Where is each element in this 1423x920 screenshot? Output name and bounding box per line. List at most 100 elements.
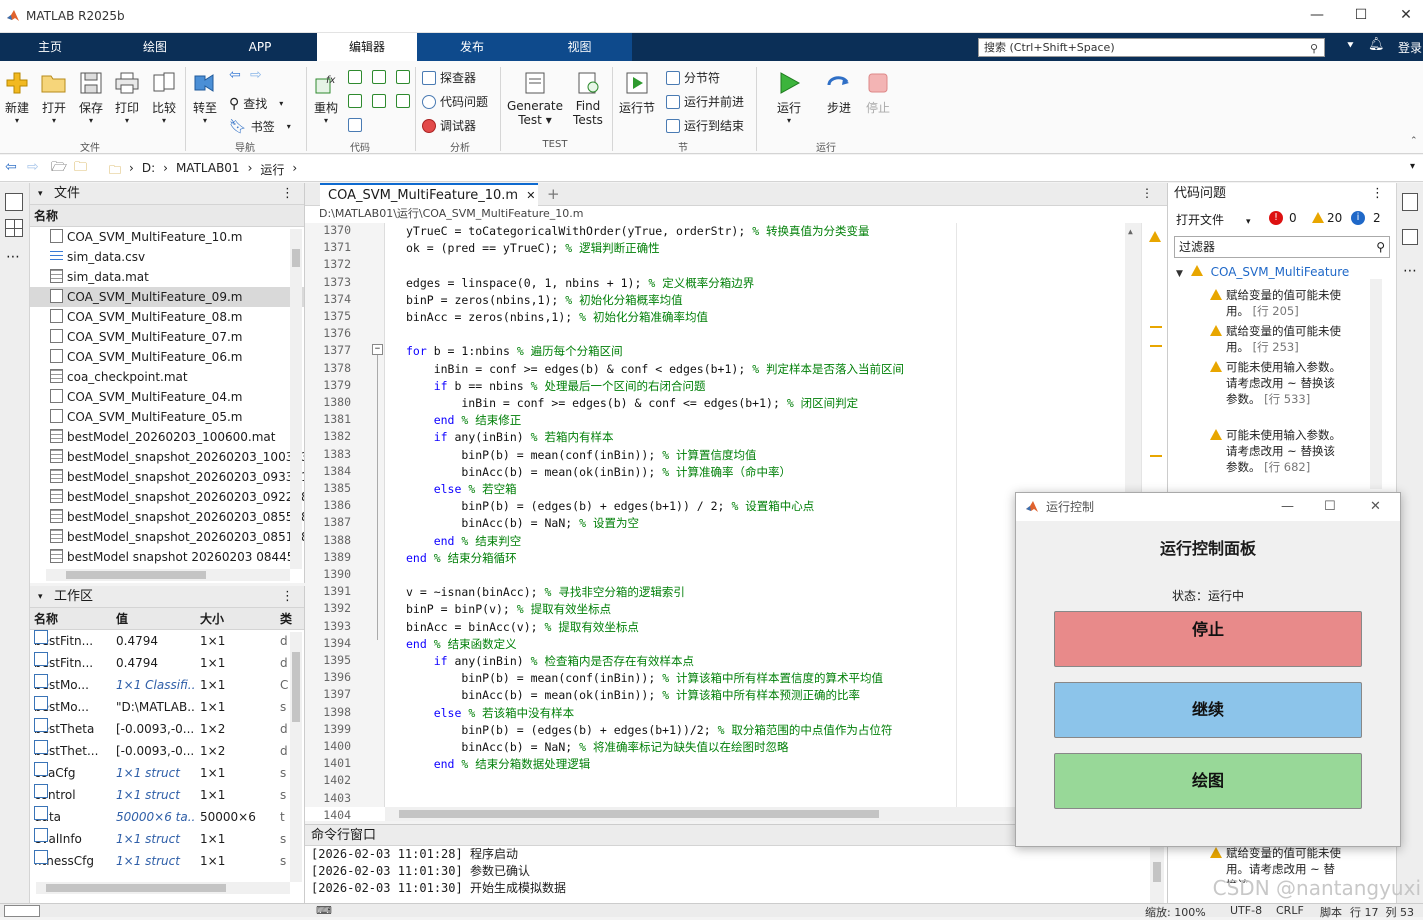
workspace-row[interactable]: fitnessCfg 1×1 struct 1×1 s [30,850,304,872]
files-vscroll[interactable] [290,229,302,569]
back-icon[interactable]: ⇦ [5,159,17,175]
warning-marker[interactable] [1150,455,1162,457]
dialog-maximize-icon[interactable]: ☐ [1324,493,1336,521]
status-encoding[interactable]: UTF-8 [1230,904,1262,917]
issues-vscroll[interactable] [1370,279,1382,489]
doc-panel-icon[interactable] [1402,193,1418,211]
command-vscroll[interactable] [1150,846,1164,903]
code-line[interactable]: end % 结束判空 [406,533,522,549]
status-icon[interactable] [4,905,40,917]
ribbon-collapse-icon[interactable]: ⌃ [1410,136,1418,146]
workspace-row[interactable]: bestFitn... 0.4794 1×1 d [30,630,304,652]
files-column-name[interactable]: 名称 [30,205,304,227]
file-list-item[interactable]: COA_SVM_MultiFeature_06.m [30,347,304,367]
workspace-row[interactable]: data50000×6 ta... 50000×6 t [30,806,304,828]
forward-arrow-icon[interactable]: ⇨ [250,67,262,83]
file-list-item[interactable]: COA_SVM_MultiFeature_05.m [30,407,304,427]
code-line[interactable]: inBin = conf >= edges(b) & conf <= edges… [406,395,858,411]
code-tool-icon[interactable] [396,94,410,108]
workspace-row[interactable]: evalInfo 1×1 struct 1×1 s [30,828,304,850]
maximize-icon[interactable]: ☐ [1346,4,1376,26]
command-window[interactable]: [2026-02-03 11:01:28] 程序启动 [2026-02-03 11… [305,846,1167,903]
file-list-item[interactable]: COA_SVM_MultiFeature_10.m [30,227,304,247]
help-dropdown-icon[interactable]: ⯆ [1346,39,1355,53]
collapse-icon[interactable]: ▾ [38,183,43,205]
file-list-item[interactable]: COA_SVM_MultiFeature_07.m [30,327,304,347]
stop-button[interactable]: 停止 [860,69,896,116]
breadcrumb-drive[interactable]: D: [142,161,155,182]
code-line[interactable]: binAcc(b) = NaN; % 设置为空 [406,515,639,531]
back-arrow-icon[interactable]: ⇦ [229,67,241,83]
workspace-row[interactable]: control 1×1 struct 1×1 s [30,784,304,806]
file-list-item[interactable]: bestModel_snapshot_20260203_093311_i [30,467,304,487]
open-button[interactable]: 打开 ▾ [38,69,70,125]
code-line[interactable]: end % 结束函数定义 [406,636,517,652]
code-line[interactable]: binP = binP(v); % 提取有效坐标点 [406,601,611,617]
ws-col-class[interactable]: 类 [280,608,292,630]
code-tool-icon[interactable] [372,94,386,108]
fold-toggle-icon[interactable]: − [372,344,383,355]
search-input[interactable]: 搜索 (Ctrl+Shift+Space) ⚲ [978,38,1325,57]
tab-home[interactable]: 主页 [0,33,100,61]
minimize-icon[interactable]: — [1302,4,1332,26]
panel-menu-icon[interactable]: ⋮ [1371,183,1384,205]
code-line[interactable]: if any(inBin) % 检查箱内是否存在有效样本点 [406,653,694,669]
code-tool-icon[interactable] [372,70,386,84]
code-line[interactable]: binAcc(b) = mean(ok(inBin)); % 计算准确率（命中率… [406,464,791,480]
workspace-panel-icon[interactable] [5,219,23,237]
issue-item[interactable]: 赋给变量的值可能未使用。 [行 253] [1210,323,1346,355]
code-line[interactable]: ok = (pred == yTrueC); % 逻辑判断正确性 [406,240,660,256]
code-line[interactable]: binAcc = binAcc(v); % 提取有效坐标点 [406,619,639,635]
tab-view[interactable]: 视图 [527,33,632,61]
code-line[interactable]: v = ~isnan(binAcc); % 寻找非空分箱的逻辑索引 [406,584,685,600]
workspace-vscroll[interactable] [290,632,302,882]
filter-input[interactable]: 过滤器 ⚲ [1174,236,1390,258]
status-eol[interactable]: CRLF [1276,904,1304,917]
code-line[interactable]: inBin = conf >= edges(b) & conf < edges(… [406,361,904,377]
editor-menu-icon[interactable]: ⋮ [1141,186,1153,200]
more-icon[interactable]: ⋯ [1403,263,1417,279]
code-line[interactable]: if b == nbins % 处理最后一个区间的右闭合问题 [406,378,706,394]
file-list-item[interactable]: coa_checkpoint.mat [30,367,304,387]
workspace-row[interactable]: bestMo... 1×1 Classifi... 1×1 C [30,674,304,696]
code-line[interactable]: end % 结束分箱数据处理逻辑 [406,756,591,772]
run-section-button[interactable]: 运行节 [617,69,657,116]
tab-publish[interactable]: 发布 [417,33,527,61]
up-folder-icon[interactable]: 🗁︎ [51,158,67,180]
dialog-stop-button[interactable]: 停止 [1054,611,1362,667]
code-line[interactable]: binP = zeros(nbins,1); % 初始化分箱概率均值 [406,292,683,308]
panel-menu-icon[interactable]: ⋮ [281,586,294,608]
workspace-row[interactable]: bestMo... "D:\MATLAB... 1×1 s [30,696,304,718]
file-list-item[interactable]: bestModel_snapshot_20260203_085508_i [30,507,304,527]
panel-menu-icon[interactable]: ⋮ [281,183,294,205]
find-tests-button[interactable]: Find Tests [570,69,606,127]
collapse-icon[interactable]: ▾ [38,586,43,608]
find-button[interactable]: ⚲ 查找 ▾ [229,95,283,112]
login-link[interactable]: 登录 [1398,39,1422,56]
bookmark-button[interactable]: 🔖︎ 书签 ▾ [229,118,291,135]
code-line[interactable]: else % 若空箱 [406,481,517,497]
forward-icon[interactable]: ⇨ [27,159,39,175]
file-list-item[interactable]: COA_SVM_MultiFeature_08.m [30,307,304,327]
workspace-row[interactable]: bestThet... [-0.0093,-0.... 1×2 d [30,740,304,762]
dialog-continue-button[interactable]: 继续 [1054,682,1362,738]
compare-button[interactable]: 比较 ▾ [148,69,180,125]
properties-panel-icon[interactable] [1402,229,1418,245]
file-list-item[interactable]: bestModel snapshot 20260203 084459 i [30,547,304,567]
code-line[interactable]: end % 结束修正 [406,412,522,428]
breadcrumb-folder[interactable]: 运行 [260,161,284,182]
file-list-item[interactable]: bestModel_snapshot_20260203_100343_i [30,447,304,467]
open-files-dropdown[interactable]: 打开文件 ▾ [1176,211,1251,228]
code-issues-button[interactable]: 代码问题 [422,93,488,110]
file-list-item[interactable]: COA_SVM_MultiFeature_04.m [30,387,304,407]
dialog-close-icon[interactable]: ✕ [1370,493,1381,521]
code-line[interactable]: binP(b) = (edges(b) + edges(b+1))/2; % 取… [406,722,892,738]
profiler-button[interactable]: 探查器 [422,69,476,86]
goto-button[interactable]: 转至 ▾ [189,69,221,125]
dialog-plot-button[interactable]: 绘图 [1054,753,1362,809]
code-tool-icon[interactable] [348,118,362,132]
section-break-button[interactable]: 分节符 [666,69,720,86]
warning-marker[interactable] [1150,345,1162,347]
add-tab-icon[interactable]: + [547,185,560,203]
code-line[interactable]: binP(b) = mean(conf(inBin)); % 计算置信度均值 [406,447,756,463]
